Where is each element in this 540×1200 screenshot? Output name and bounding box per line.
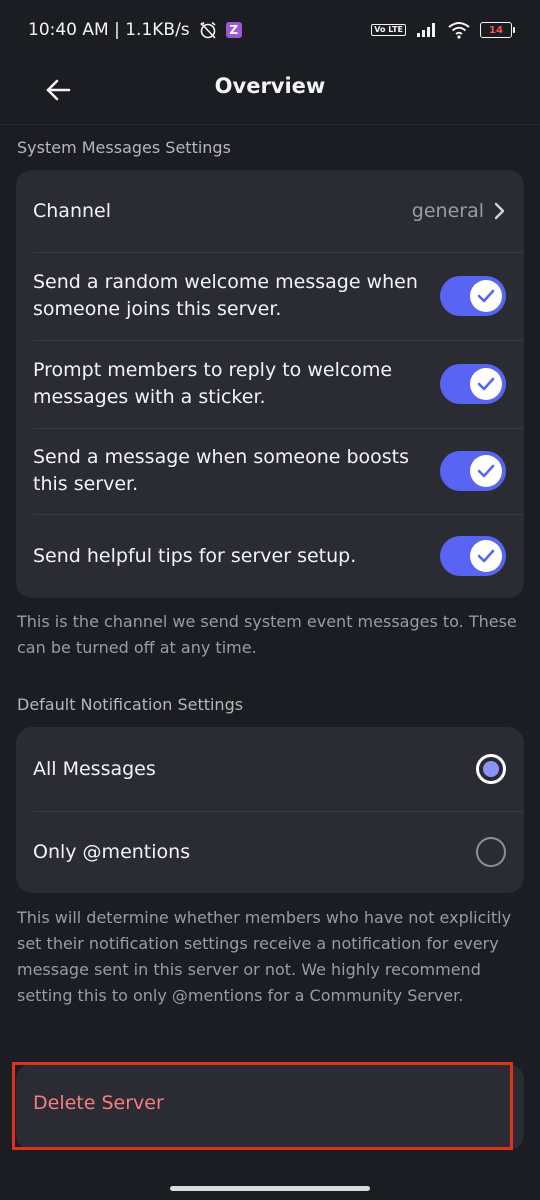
toggle-label: Send helpful tips for server setup. [33, 544, 357, 567]
system-messages-note: This is the channel we send system event… [17, 612, 517, 657]
app-header: Overview [0, 60, 540, 125]
toggle-row-tips[interactable]: Send helpful tips for server setup. [16, 514, 524, 598]
channel-value: general [411, 200, 484, 222]
system-messages-card: Channel general Send a random welcome me… [16, 170, 524, 598]
only-mentions-radio[interactable] [476, 837, 506, 867]
channel-row[interactable]: Channel general [16, 170, 524, 252]
signal-icon [417, 23, 435, 37]
toggle-label: Send a message when someone boosts this … [33, 446, 410, 495]
wifi-icon [448, 22, 470, 39]
toggle-row-boost[interactable]: Send a message when someone boosts this … [16, 428, 524, 514]
toggle-row-sticker[interactable]: Prompt members to reply to welcome messa… [16, 340, 524, 428]
check-icon [477, 289, 495, 303]
welcome-toggle[interactable] [440, 276, 506, 316]
section-label-notifications: Default Notification Settings [17, 695, 244, 714]
status-time: 10:40 AM | 1.1KB/s [28, 20, 190, 40]
all-messages-radio[interactable] [476, 754, 506, 784]
notification-settings-card: All Messages Only @mentions [16, 727, 524, 893]
option-all-messages[interactable]: All Messages [16, 727, 524, 811]
home-indicator[interactable] [170, 1186, 370, 1191]
section-label-system-messages: System Messages Settings [17, 138, 231, 157]
toggle-row-welcome[interactable]: Send a random welcome message when someo… [16, 252, 524, 340]
page-title: Overview [214, 74, 326, 98]
volte-icon: Vo LTE [371, 24, 406, 36]
channel-label: Channel [33, 199, 112, 222]
battery-icon: 14 [480, 22, 515, 38]
notification-note: This will determine whether members who … [17, 908, 512, 1005]
check-icon [477, 377, 495, 391]
toggle-label: Prompt members to reply to welcome messa… [33, 359, 393, 408]
option-label: All Messages [33, 757, 156, 780]
option-label: Only @mentions [33, 840, 191, 863]
status-bar-left: 10:40 AM | 1.1KB/s Z [28, 20, 242, 40]
z-app-icon: Z [225, 22, 242, 38]
tips-toggle[interactable] [440, 536, 506, 576]
option-only-mentions[interactable]: Only @mentions [16, 811, 524, 893]
sticker-toggle[interactable] [440, 364, 506, 404]
status-bar-right: Vo LTE 14 [371, 21, 515, 39]
toggle-label: Send a random welcome message when someo… [33, 271, 418, 320]
check-icon [477, 549, 495, 563]
check-icon [477, 464, 495, 478]
chevron-right-icon [494, 202, 505, 220]
status-bar: 10:40 AM | 1.1KB/s Z Vo LTE 14 [0, 0, 540, 60]
alarm-off-icon [200, 21, 216, 39]
boost-toggle[interactable] [440, 451, 506, 491]
highlight-box [12, 1062, 513, 1150]
